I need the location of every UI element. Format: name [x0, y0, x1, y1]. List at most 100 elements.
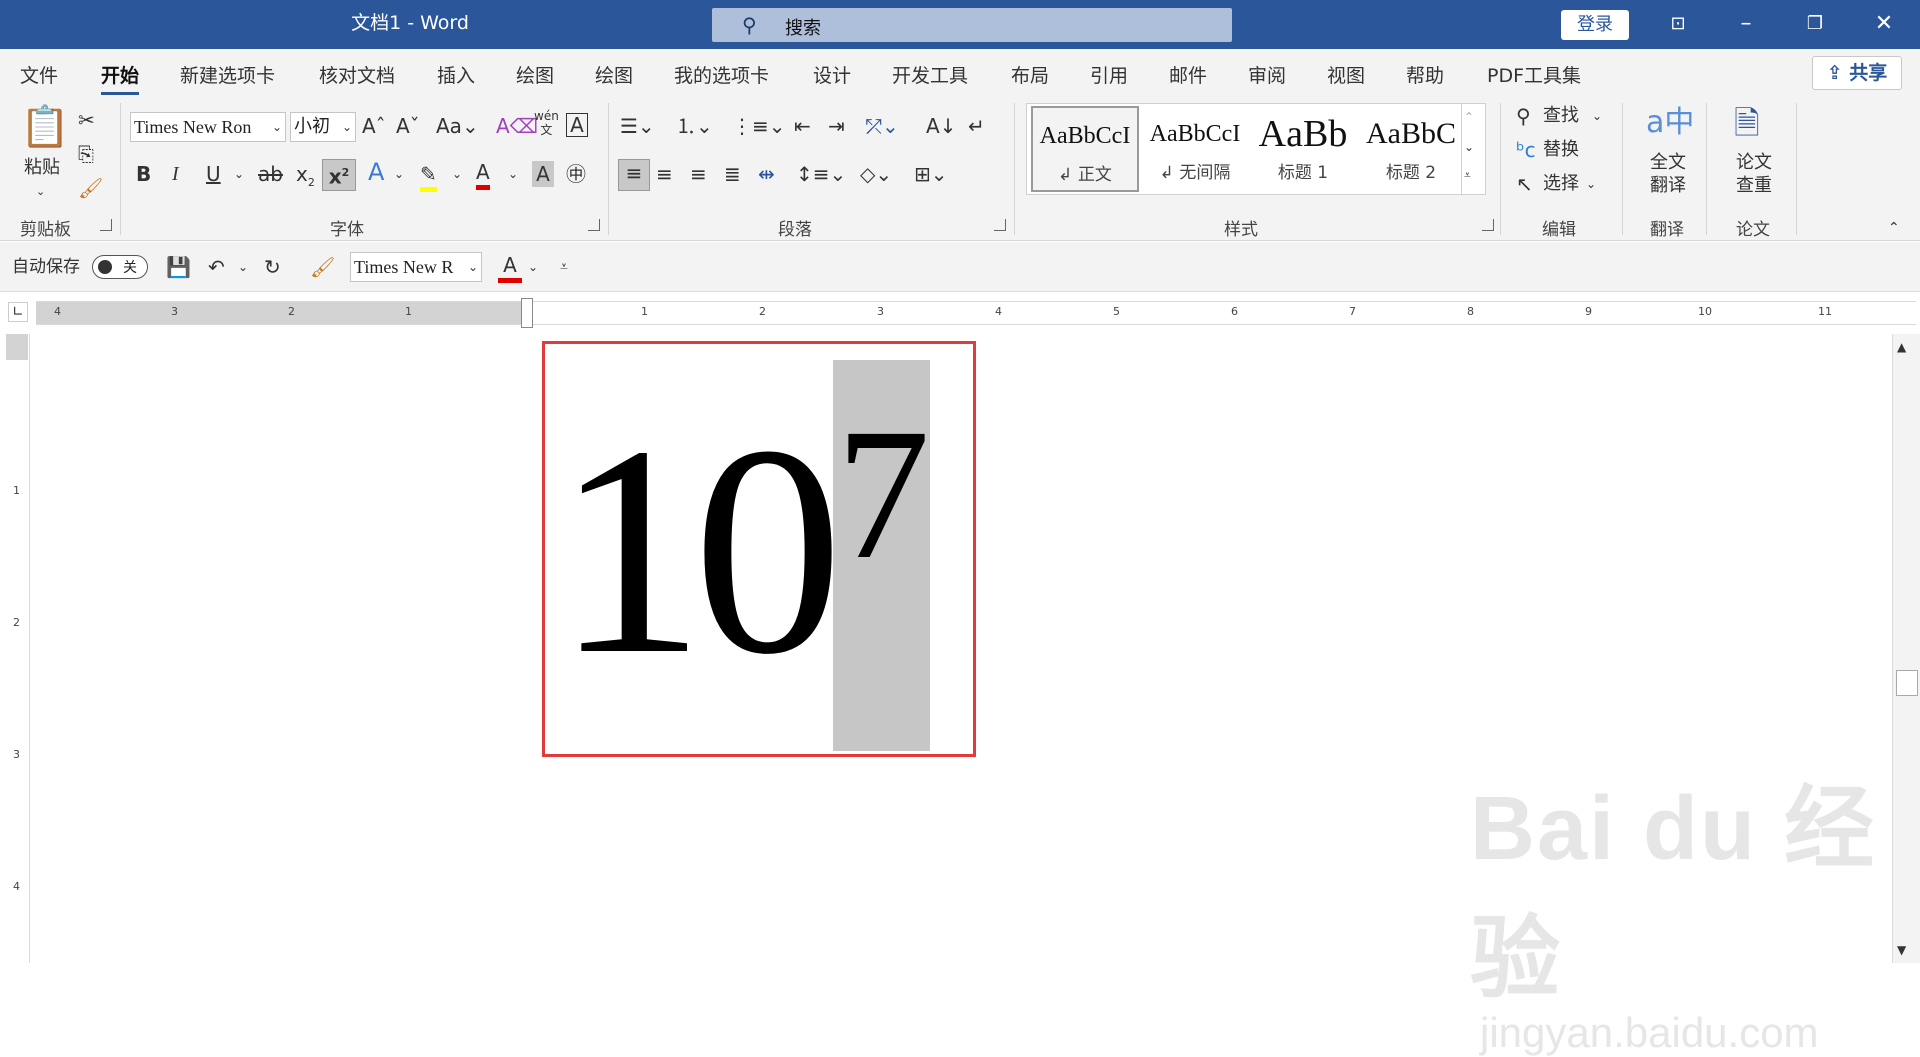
character-border-icon[interactable]: A	[566, 113, 588, 137]
save-icon[interactable]: 💾	[166, 254, 191, 280]
base-number[interactable]: 10	[555, 400, 843, 700]
tab-insert[interactable]: 插入	[437, 61, 475, 88]
style-no-spacing[interactable]: AaBbCcI ↲ 无间隔	[1141, 106, 1249, 192]
login-button[interactable]: 登录	[1561, 10, 1629, 40]
chevron-down-icon[interactable]: ⌄	[394, 161, 404, 187]
scroll-up-icon[interactable]: ▲	[1897, 334, 1906, 360]
chevron-down-icon[interactable]: ⌄	[452, 161, 462, 187]
subscript-icon[interactable]: x2	[296, 161, 315, 196]
paragraph-launcher-icon[interactable]	[994, 219, 1006, 231]
tab-home[interactable]: 开始	[101, 61, 140, 95]
plagiarism-check-label[interactable]: 论文查重	[1736, 151, 1772, 197]
change-case-icon[interactable]: Aa⌄	[436, 113, 479, 139]
paste-label[interactable]: 粘贴	[24, 155, 60, 181]
chevron-down-icon[interactable]: ⌄	[1464, 134, 1474, 160]
italic-icon[interactable]: I	[172, 161, 179, 187]
collapse-ribbon-icon[interactable]: ⌃	[1888, 215, 1900, 241]
decrease-indent-icon[interactable]: ⇤	[794, 113, 811, 139]
tab-help[interactable]: 帮助	[1406, 61, 1444, 88]
tab-mailings[interactable]: 邮件	[1169, 61, 1207, 88]
cut-icon[interactable]: ✂	[78, 107, 95, 133]
plagiarism-check-icon[interactable]: 🗎	[1734, 103, 1760, 143]
underline-icon[interactable]: U	[206, 161, 221, 187]
tab-check-doc[interactable]: 核对文档	[319, 61, 395, 88]
tab-references[interactable]: 引用	[1090, 61, 1128, 88]
replace-label[interactable]: 替换	[1543, 137, 1579, 163]
find-icon[interactable]: ⚲	[1516, 103, 1531, 129]
superscript-exponent[interactable]: 7	[836, 400, 930, 588]
select-label[interactable]: 选择	[1543, 171, 1579, 197]
borders-icon[interactable]: ⊞⌄	[914, 161, 948, 187]
tab-developer[interactable]: 开发工具	[892, 61, 968, 88]
font-color-icon[interactable]: A	[476, 159, 490, 190]
show-marks-icon[interactable]: ↵	[968, 113, 985, 139]
tab-file[interactable]: 文件	[20, 61, 58, 88]
ribbon-display-options-icon[interactable]: ⊡	[1648, 0, 1708, 49]
grow-font-icon[interactable]: Aˆ	[362, 113, 386, 139]
styles-launcher-icon[interactable]	[1482, 219, 1494, 231]
tab-draw-2[interactable]: 绘图	[595, 61, 633, 88]
line-spacing-icon[interactable]: ↕≡⌄	[796, 161, 846, 187]
text-effects-icon[interactable]: A	[368, 159, 384, 185]
qat-font-color-icon[interactable]: A	[498, 252, 522, 283]
enclose-character-icon[interactable]: ㊥	[566, 161, 586, 187]
font-name-combo[interactable]: Times New Ron ⌄	[130, 112, 286, 142]
format-painter-icon[interactable]: 🖌	[310, 254, 335, 280]
chevron-down-icon[interactable]: ⌄	[528, 254, 538, 280]
highlight-icon[interactable]: ✎	[420, 161, 437, 192]
copy-icon[interactable]: ⎘	[78, 141, 94, 167]
tab-new-tab[interactable]: 新建选项卡	[180, 61, 275, 88]
style-heading-2[interactable]: AaBbC 标题 2	[1357, 106, 1465, 192]
shrink-font-icon[interactable]: Aˇ	[396, 113, 420, 139]
tab-draw-1[interactable]: 绘图	[516, 61, 554, 88]
character-shading-icon[interactable]: A	[532, 161, 554, 187]
font-size-combo[interactable]: 小初 ⌄	[290, 112, 356, 142]
close-button[interactable]: ✕	[1854, 0, 1914, 49]
horizontal-ruler[interactable]: 4 3 2 1 1 2 3 4 5 6 7 8 9 10 11	[36, 298, 1916, 328]
tab-layout[interactable]: 布局	[1011, 61, 1049, 88]
search-box[interactable]: ⚲ 搜索	[712, 8, 1232, 42]
chinese-layout-icon[interactable]: ⤱⌄	[866, 113, 899, 139]
vertical-ruler[interactable]: 1 2 3 4	[6, 334, 30, 963]
tab-design[interactable]: 设计	[813, 61, 851, 88]
customize-qat-icon[interactable]: ⩡	[560, 254, 568, 280]
select-cursor-icon[interactable]: ↖	[1516, 171, 1533, 197]
indent-marker[interactable]	[521, 298, 533, 328]
tab-pdf-tools[interactable]: PDF工具集	[1487, 61, 1581, 88]
translate-icon[interactable]: a中	[1646, 103, 1694, 143]
paste-icon[interactable]: 📋	[20, 105, 70, 149]
sort-icon[interactable]: A↓	[926, 113, 956, 139]
tab-review[interactable]: 审阅	[1248, 61, 1286, 88]
undo-icon[interactable]: ↶	[208, 254, 225, 280]
distributed-icon[interactable]: ⇹	[758, 161, 775, 187]
align-right-icon[interactable]: ≡	[690, 161, 707, 187]
numbering-icon[interactable]: ⒈⌄	[676, 113, 713, 139]
redo-icon[interactable]: ↻	[264, 254, 281, 280]
chevron-down-icon[interactable]: ⌄	[1586, 171, 1596, 197]
scroll-down-icon[interactable]: ▼	[1897, 937, 1906, 963]
restore-button[interactable]: ❐	[1785, 0, 1845, 49]
align-center-icon[interactable]: ≡	[656, 161, 673, 187]
paste-dropdown-icon[interactable]: ⌄	[36, 179, 45, 205]
replace-icon[interactable]: ᵇc	[1516, 137, 1536, 163]
phonetic-guide-icon[interactable]: wén 文	[534, 109, 559, 137]
chevron-down-icon[interactable]: ⌄	[234, 161, 244, 187]
tab-my-tab[interactable]: 我的选项卡	[674, 61, 769, 88]
superscript-icon[interactable]: x2	[322, 159, 356, 191]
tab-selector-icon[interactable]: ∟	[8, 302, 28, 322]
vertical-scrollbar[interactable]: ▲ ▼	[1892, 334, 1920, 963]
find-label[interactable]: 查找	[1543, 103, 1579, 129]
justify-icon[interactable]: ≣	[724, 161, 741, 187]
bullets-icon[interactable]: ☰⌄	[620, 113, 655, 139]
shading-icon[interactable]: ◇⌄	[860, 161, 892, 187]
autosave-toggle[interactable]: 关	[92, 255, 148, 279]
scroll-thumb[interactable]	[1896, 670, 1918, 696]
chevron-down-icon[interactable]: ⌄	[238, 254, 248, 280]
more-styles-icon[interactable]: ⩡	[1464, 162, 1471, 188]
qat-font-combo[interactable]: Times New R ⌄	[350, 252, 482, 282]
style-heading-1[interactable]: AaBb 标题 1	[1249, 106, 1357, 192]
chevron-up-icon[interactable]: ⌃	[1464, 104, 1474, 130]
align-left-icon[interactable]: ≡	[618, 159, 650, 191]
clipboard-launcher-icon[interactable]	[100, 219, 112, 231]
style-normal[interactable]: AaBbCcI ↲ 正文	[1031, 106, 1139, 192]
